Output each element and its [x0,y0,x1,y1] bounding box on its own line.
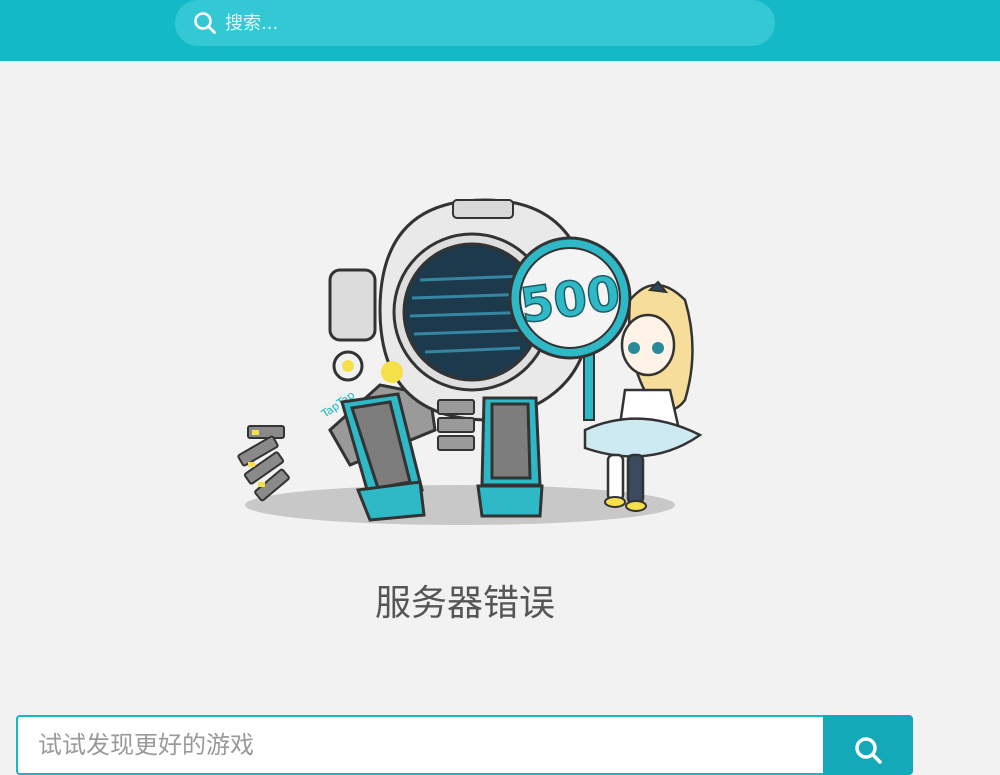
error-title: 服务器错误 [374,583,555,624]
game-search-button[interactable] [823,715,913,775]
header-search-box[interactable] [175,0,775,46]
error-500-illustration: TapTap 500 [230,190,710,530]
game-search-input[interactable] [36,730,823,760]
header-search-input[interactable] [225,3,745,43]
search-icon [853,735,883,769]
game-search-bar [16,715,913,775]
search-icon[interactable] [193,11,217,35]
game-search-field[interactable] [16,715,823,775]
top-header [0,0,1000,61]
